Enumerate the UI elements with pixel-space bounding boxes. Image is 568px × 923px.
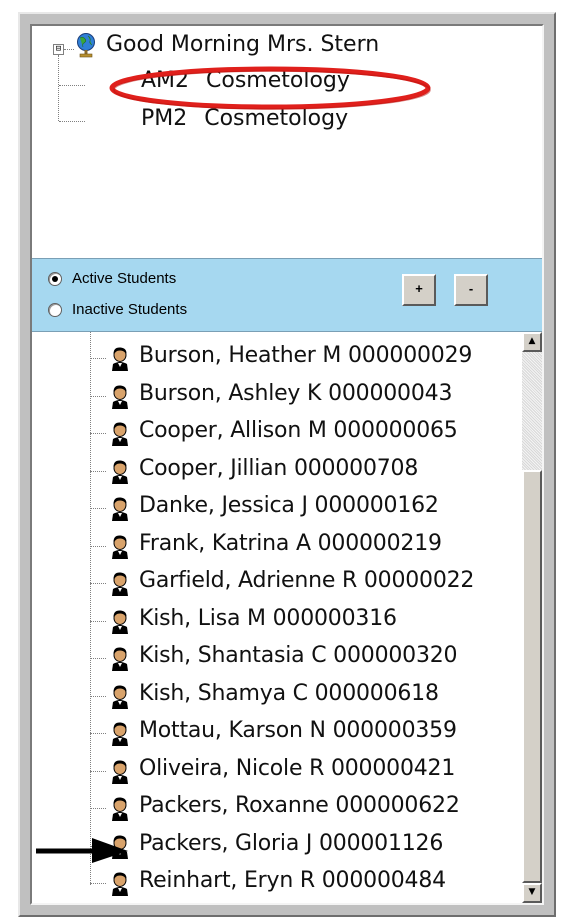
student-list-item[interactable]: Burson, Ashley K 000000043 [90,378,510,416]
student-person-icon [110,347,130,371]
window-content: ⊟ Good Morning Mrs. Stern AM2 Cosmetolog… [30,24,544,905]
tree-connector [90,733,106,734]
student-name: Packers, Gloria J 000001126 [139,830,444,856]
student-person-icon [110,534,130,559]
active-students-radio[interactable] [48,271,62,286]
student-list-item[interactable]: Cooper, Jillian 000000708 [90,453,510,491]
active-students-option[interactable]: Active Students [48,270,176,287]
student-name: Packers, Roxanne 000000622 [139,793,460,818]
student-list-item[interactable]: Danke, Jessica J 000000162 [90,490,510,528]
student-name: Cooper, Jillian 000000708 [139,455,419,481]
tree-connector [90,358,106,359]
inactive-students-label: Inactive Students [72,301,188,318]
tree-connector [90,658,106,659]
tree-connector [90,770,106,772]
student-person-icon [110,572,130,596]
scroll-up-button[interactable]: ▲ [522,332,542,352]
inactive-students-option[interactable]: Inactive Students [48,301,187,318]
student-list-item[interactable]: Garfield, Adrienne R 00000022 [90,565,510,603]
student-person-icon [110,459,130,484]
student-person-icon [110,384,130,409]
scroll-down-button[interactable]: ▼ [522,883,542,903]
student-list-item[interactable]: Reinhart, Eryn R 000000484 [90,865,510,903]
globe-icon [77,33,95,58]
student-name: Garfield, Adrienne R 00000022 [139,568,475,593]
student-list: Burson, Heather M 000000029 Burson, Ashl… [32,332,542,903]
tree-connector [90,433,106,434]
student-name: Burson, Ashley K 000000043 [139,380,453,406]
student-person-icon [110,872,130,896]
course-am2[interactable]: AM2 Cosmetology [141,68,350,93]
student-list-item[interactable]: Packers, Roxanne 000000622 [90,790,510,828]
student-person-icon [110,609,130,634]
student-list-item[interactable]: Burson, Heather M 000000029 [90,340,510,378]
student-person-icon [110,759,130,784]
student-name: Frank, Katrina A 000000219 [139,530,442,556]
collapse-icon[interactable]: ⊟ [53,44,64,55]
tree-connector [90,470,106,472]
student-list-item[interactable]: Oliveira, Nicole R 000000421 [90,753,510,791]
tree-connector [90,808,106,809]
student-name: Kish, Shantasia C 000000320 [139,643,458,668]
tree-connector [90,845,106,847]
student-name: Danke, Jessica J 000000162 [139,493,439,518]
student-list-item[interactable]: Packers, Gloria J 000001126 [90,828,510,866]
tree-connector [90,883,106,884]
student-person-icon [110,722,130,746]
collapse-all-button[interactable]: - [454,274,488,306]
student-name: Cooper, Allison M 000000065 [139,418,458,443]
scroll-track[interactable] [522,352,542,470]
tree-connector [90,583,106,584]
student-list-item[interactable]: Kish, Shantasia C 000000320 [90,640,510,678]
tree-connector [90,545,106,547]
vertical-scrollbar[interactable]: ▲ ▼ [522,332,542,903]
student-list-item[interactable]: Frank, Katrina A 000000219 [90,528,510,566]
course-pm2[interactable]: PM2 Cosmetology [141,106,348,131]
tree-connector [58,55,59,121]
student-person-icon [110,797,130,821]
student-person-icon [110,647,130,671]
student-name: Reinhart, Eryn R 000000484 [139,868,446,893]
tree-connector [59,85,85,86]
student-person-icon [110,497,130,521]
expand-all-button[interactable]: + [402,274,436,306]
tree-connector [90,508,106,509]
scroll-thumb[interactable] [522,470,542,883]
student-name: Burson, Heather M 000000029 [139,343,473,368]
student-list-item[interactable]: Kish, Lisa M 000000316 [90,603,510,641]
student-list-item[interactable]: Mottau, Karson N 000000359 [90,715,510,753]
student-list-item[interactable]: Kish, Shamya C 000000618 [90,678,510,716]
student-name: Kish, Lisa M 000000316 [139,605,397,631]
student-browser-window: ⊟ Good Morning Mrs. Stern AM2 Cosmetolog… [18,12,556,917]
active-students-label: Active Students [72,270,177,287]
course-tree: ⊟ Good Morning Mrs. Stern AM2 Cosmetolog… [32,26,542,256]
student-person-icon [110,422,130,446]
tree-connector [90,395,106,397]
teacher-greeting[interactable]: Good Morning Mrs. Stern [106,32,379,57]
inactive-students-radio[interactable] [48,302,62,317]
tree-connector [90,695,106,697]
student-name: Kish, Shamya C 000000618 [139,680,439,706]
tree-connector [64,49,74,50]
student-name: Mottau, Karson N 000000359 [139,718,457,743]
tree-connector [59,121,85,122]
student-person-icon [110,834,130,859]
student-list-item[interactable]: Cooper, Allison M 000000065 [90,415,510,453]
tree-connector [90,620,106,622]
student-name: Oliveira, Nicole R 000000421 [139,755,456,781]
student-person-icon [110,684,130,709]
